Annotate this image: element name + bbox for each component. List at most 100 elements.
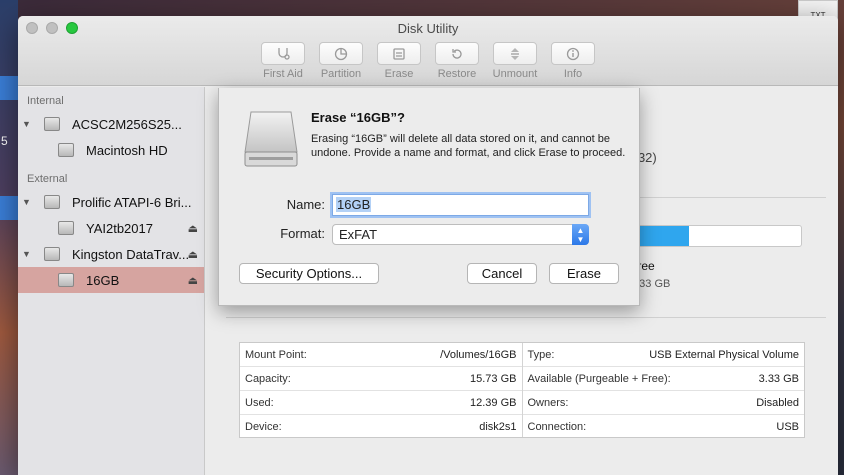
volume-icon [58, 273, 74, 287]
name-field-value: 16GB [336, 197, 372, 212]
disk-utility-window: Disk Utility First Aid Partition Erase R… [18, 16, 838, 475]
dialog-title: Erase “16GB”? [311, 110, 405, 125]
info-column-left: Mount Point: /Volumes/16GB Capacity: 15.73… [240, 343, 522, 437]
partition-label: Partition [320, 68, 362, 80]
format-select-value: ExFAT [339, 227, 378, 242]
info-key: Capacity: [245, 372, 291, 385]
info-row-mount-point: Mount Point: /Volumes/16GB [240, 343, 522, 367]
desktop-selection-highlight [0, 76, 18, 100]
sidebar-section-internal: Internal [27, 95, 64, 107]
sidebar-item-16gb[interactable]: 16GB ⏏ [18, 267, 204, 293]
info-row-device: Device: disk2s1 [240, 415, 522, 439]
format-select[interactable]: ExFAT ▲ ▼ [332, 224, 589, 245]
name-field[interactable]: 16GB [332, 194, 589, 216]
toolbar: First Aid Partition Erase Restore Unmoun… [18, 42, 838, 80]
eject-icon[interactable]: ⏏ [188, 222, 198, 235]
info-value: 12.39 GB [470, 396, 517, 409]
name-label: Name: [286, 197, 325, 212]
info-value: disk2s1 [479, 421, 517, 433]
usage-bar [622, 225, 802, 247]
erase-label: Erase [384, 68, 414, 80]
info-key: Available (Purgeable + Free): [527, 372, 671, 385]
info-column-right: Type: USB External Physical Volume Availa… [521, 343, 805, 439]
external-disk-icon [44, 247, 60, 261]
stethoscope-icon [278, 47, 290, 60]
info-row-used: Used: 12.39 GB [240, 391, 522, 415]
hard-drive-icon [244, 111, 298, 167]
volume-info-table: Mount Point: /Volumes/16GB Capacity: 15.73… [239, 342, 805, 438]
divider [226, 317, 826, 318]
toolbar-first-aid[interactable]: First Aid [258, 42, 308, 80]
info-value: 3.33 GB [758, 372, 799, 385]
partition-button[interactable] [319, 42, 363, 65]
unmount-button[interactable] [493, 42, 537, 65]
unmount-icon [511, 47, 519, 60]
erase-toolbar-button[interactable] [377, 42, 421, 65]
security-options-button[interactable]: Security Options... [239, 263, 379, 284]
info-key: Used: [245, 396, 274, 409]
cancel-button[interactable]: Cancel [467, 263, 537, 284]
eject-icon[interactable]: ⏏ [188, 274, 198, 287]
sidebar-item-label: ACSC2M256S25... [72, 116, 182, 132]
toolbar-unmount[interactable]: Unmount [490, 42, 540, 80]
info-value: /Volumes/16GB [440, 348, 517, 361]
internal-disk-icon [44, 117, 60, 131]
info-icon [566, 47, 580, 60]
volume-icon [58, 143, 74, 157]
dialog-message: Erasing “16GB” will delete all data stor… [311, 133, 626, 159]
info-button[interactable] [551, 42, 595, 65]
info-key: Type: [527, 348, 555, 361]
toolbar-info[interactable]: Info [548, 42, 598, 80]
eraser-icon [393, 47, 405, 60]
sidebar: Internal ▼ ACSC2M256S25... Macintosh HD … [18, 87, 205, 475]
info-value: USB External Physical Volume [649, 348, 799, 361]
disclosure-triangle-icon[interactable]: ▼ [22, 197, 31, 207]
external-disk-icon [44, 195, 60, 209]
pie-chart-icon [334, 47, 348, 60]
sidebar-item-yai2tb2017[interactable]: YAI2tb2017 ⏏ [18, 215, 204, 241]
toolbar-erase[interactable]: Erase [374, 42, 424, 80]
unmount-label: Unmount [492, 68, 538, 80]
info-label: Info [563, 68, 583, 80]
volume-icon [58, 221, 74, 235]
erase-dialog: Erase “16GB”? Erasing “16GB” will delete… [218, 88, 640, 306]
eject-icon[interactable]: ⏏ [188, 248, 198, 261]
select-arrows-icon: ▲ ▼ [572, 224, 589, 245]
sidebar-item-label: Macintosh HD [86, 142, 168, 158]
first-aid-button[interactable] [261, 42, 305, 65]
toolbar-restore[interactable]: Restore [432, 42, 482, 80]
disclosure-triangle-icon[interactable]: ▼ [22, 249, 31, 259]
disclosure-triangle-icon[interactable]: ▼ [22, 119, 31, 129]
sidebar-item-label: 16GB [86, 272, 120, 288]
info-value: USB [776, 421, 799, 433]
first-aid-label: First Aid [263, 68, 303, 80]
info-key: Mount Point: [245, 348, 307, 361]
info-row-available: Available (Purgeable + Free): 3.33 GB [522, 367, 804, 391]
info-row-owners: Owners: Disabled [522, 391, 804, 415]
sidebar-item-macintosh-hd[interactable]: Macintosh HD [18, 137, 204, 163]
sidebar-item-label: YAI2tb2017 [86, 220, 153, 236]
window-title: Disk Utility [397, 21, 459, 36]
desktop-text-fragment: 5 [1, 134, 8, 148]
info-key: Device: [245, 421, 282, 433]
info-key: Connection: [527, 421, 587, 433]
erase-button[interactable]: Erase [549, 263, 619, 284]
restore-button[interactable] [435, 42, 479, 65]
titlebar: Disk Utility First Aid Partition Erase R… [18, 16, 838, 86]
info-value: Disabled [756, 396, 799, 409]
sidebar-item-label: Kingston DataTrav... [72, 246, 190, 262]
sidebar-item-label: Prolific ATAPI-6 Bri... [72, 194, 192, 210]
info-row-capacity: Capacity: 15.73 GB [240, 367, 522, 391]
sidebar-item-acsc[interactable]: ▼ ACSC2M256S25... [18, 111, 204, 137]
info-key: Owners: [527, 396, 569, 409]
restore-label: Restore [437, 68, 477, 80]
desktop-selection-highlight [0, 196, 18, 220]
restore-icon [452, 48, 462, 59]
sidebar-item-kingston[interactable]: ▼ Kingston DataTrav... ⏏ [18, 241, 204, 267]
sidebar-section-external: External [27, 173, 68, 185]
format-label: Format: [280, 226, 325, 241]
sidebar-item-prolific[interactable]: ▼ Prolific ATAPI-6 Bri... [18, 189, 204, 215]
info-row-connection: Connection: USB [523, 415, 805, 439]
info-row-type: Type: USB External Physical Volume [522, 343, 804, 367]
toolbar-partition[interactable]: Partition [316, 42, 366, 80]
